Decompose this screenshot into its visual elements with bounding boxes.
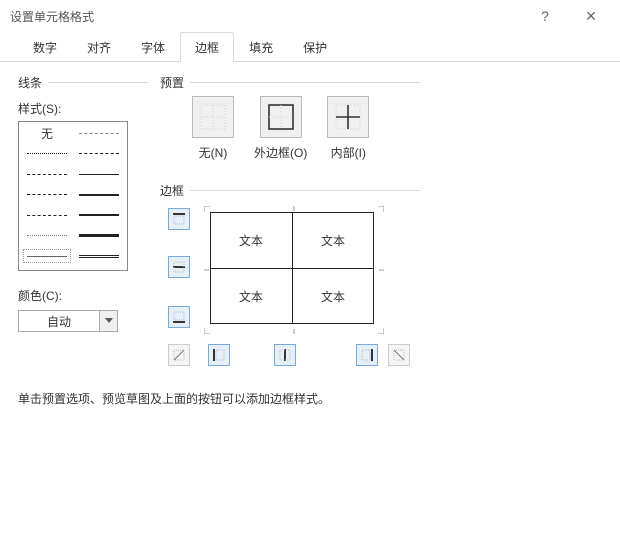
preset-outline-label: 外边框(O) [254, 144, 307, 161]
chevron-down-icon [99, 311, 117, 331]
preview-cell-tl: 文本 [210, 212, 292, 268]
preset-inside[interactable]: 内部(I) [327, 96, 369, 161]
help-button[interactable]: ? [522, 1, 568, 31]
tab-fill[interactable]: 填充 [234, 32, 288, 62]
tab-font[interactable]: 字体 [126, 32, 180, 62]
border-hmid-button[interactable] [168, 256, 190, 278]
group-border: 边框 [160, 182, 440, 384]
line-style-5[interactable] [73, 165, 125, 183]
border-vmid-button[interactable] [274, 344, 296, 366]
preset-outline-icon [260, 96, 302, 138]
line-style-6[interactable] [21, 186, 73, 204]
line-style-9[interactable] [73, 206, 125, 224]
hint-text: 单击预置选项、预览草图及上面的按钮可以添加边框样式。 [18, 390, 330, 407]
tab-number[interactable]: 数字 [18, 32, 72, 62]
group-line: 线条 样式(S): 无 [18, 74, 148, 344]
divider [160, 82, 420, 83]
line-style-none-label: 无 [41, 125, 53, 142]
group-line-label: 线条 [18, 74, 48, 91]
preset-none[interactable]: 无(N) [192, 96, 234, 161]
preview-cell-bl: 文本 [210, 268, 292, 324]
line-style-12[interactable] [21, 247, 73, 265]
line-style-7[interactable] [73, 186, 125, 204]
preview-cell-tr: 文本 [292, 212, 374, 268]
line-style-none[interactable]: 无 [21, 124, 73, 142]
line-style-13[interactable] [73, 247, 125, 265]
line-style-10[interactable] [21, 227, 73, 245]
tab-content: 线条 样式(S): 无 [0, 62, 620, 547]
border-preview[interactable]: 文本 文本 文本 文本 [202, 204, 382, 332]
preset-row: 无(N) 外边框(O) [192, 96, 400, 161]
border-left-button[interactable] [208, 344, 230, 366]
tabstrip: 数字 对齐 字体 边框 填充 保护 [0, 32, 620, 62]
line-style-1[interactable] [73, 124, 125, 142]
preview-cell-br: 文本 [292, 268, 374, 324]
tab-border[interactable]: 边框 [180, 32, 234, 62]
line-style-list[interactable]: 无 [18, 121, 128, 271]
border-diag-up-button[interactable] [168, 344, 190, 366]
group-preset: 预置 无(N) [160, 74, 400, 161]
preset-inside-icon [327, 96, 369, 138]
tab-alignment[interactable]: 对齐 [72, 32, 126, 62]
line-style-8[interactable] [21, 206, 73, 224]
color-label: 颜色(C): [18, 287, 148, 304]
group-preset-label: 预置 [160, 74, 190, 91]
border-bottom-button[interactable] [168, 306, 190, 328]
color-dropdown[interactable]: 自动 [18, 310, 118, 332]
border-right-button[interactable] [356, 344, 378, 366]
tab-protection[interactable]: 保护 [288, 32, 342, 62]
dialog-title: 设置单元格格式 [10, 8, 522, 25]
border-top-button[interactable] [168, 208, 190, 230]
line-style-2[interactable] [21, 145, 73, 163]
preset-inside-label: 内部(I) [331, 144, 366, 161]
preset-none-label: 无(N) [199, 144, 228, 161]
line-style-11[interactable] [73, 227, 125, 245]
format-cells-dialog: 设置单元格格式 ? × 数字 对齐 字体 边框 填充 保护 线条 样式(S): … [0, 0, 620, 547]
border-diag-down-button[interactable] [388, 344, 410, 366]
line-style-4[interactable] [21, 165, 73, 183]
color-value: 自动 [19, 313, 99, 330]
border-area: 文本 文本 文本 文本 [162, 204, 412, 384]
preset-outline[interactable]: 外边框(O) [254, 96, 307, 161]
preset-none-icon [192, 96, 234, 138]
style-label: 样式(S): [18, 100, 148, 117]
titlebar: 设置单元格格式 ? × [0, 0, 620, 32]
close-button[interactable]: × [568, 1, 614, 31]
group-border-label: 边框 [160, 182, 190, 199]
divider [160, 190, 420, 191]
line-style-3[interactable] [73, 145, 125, 163]
